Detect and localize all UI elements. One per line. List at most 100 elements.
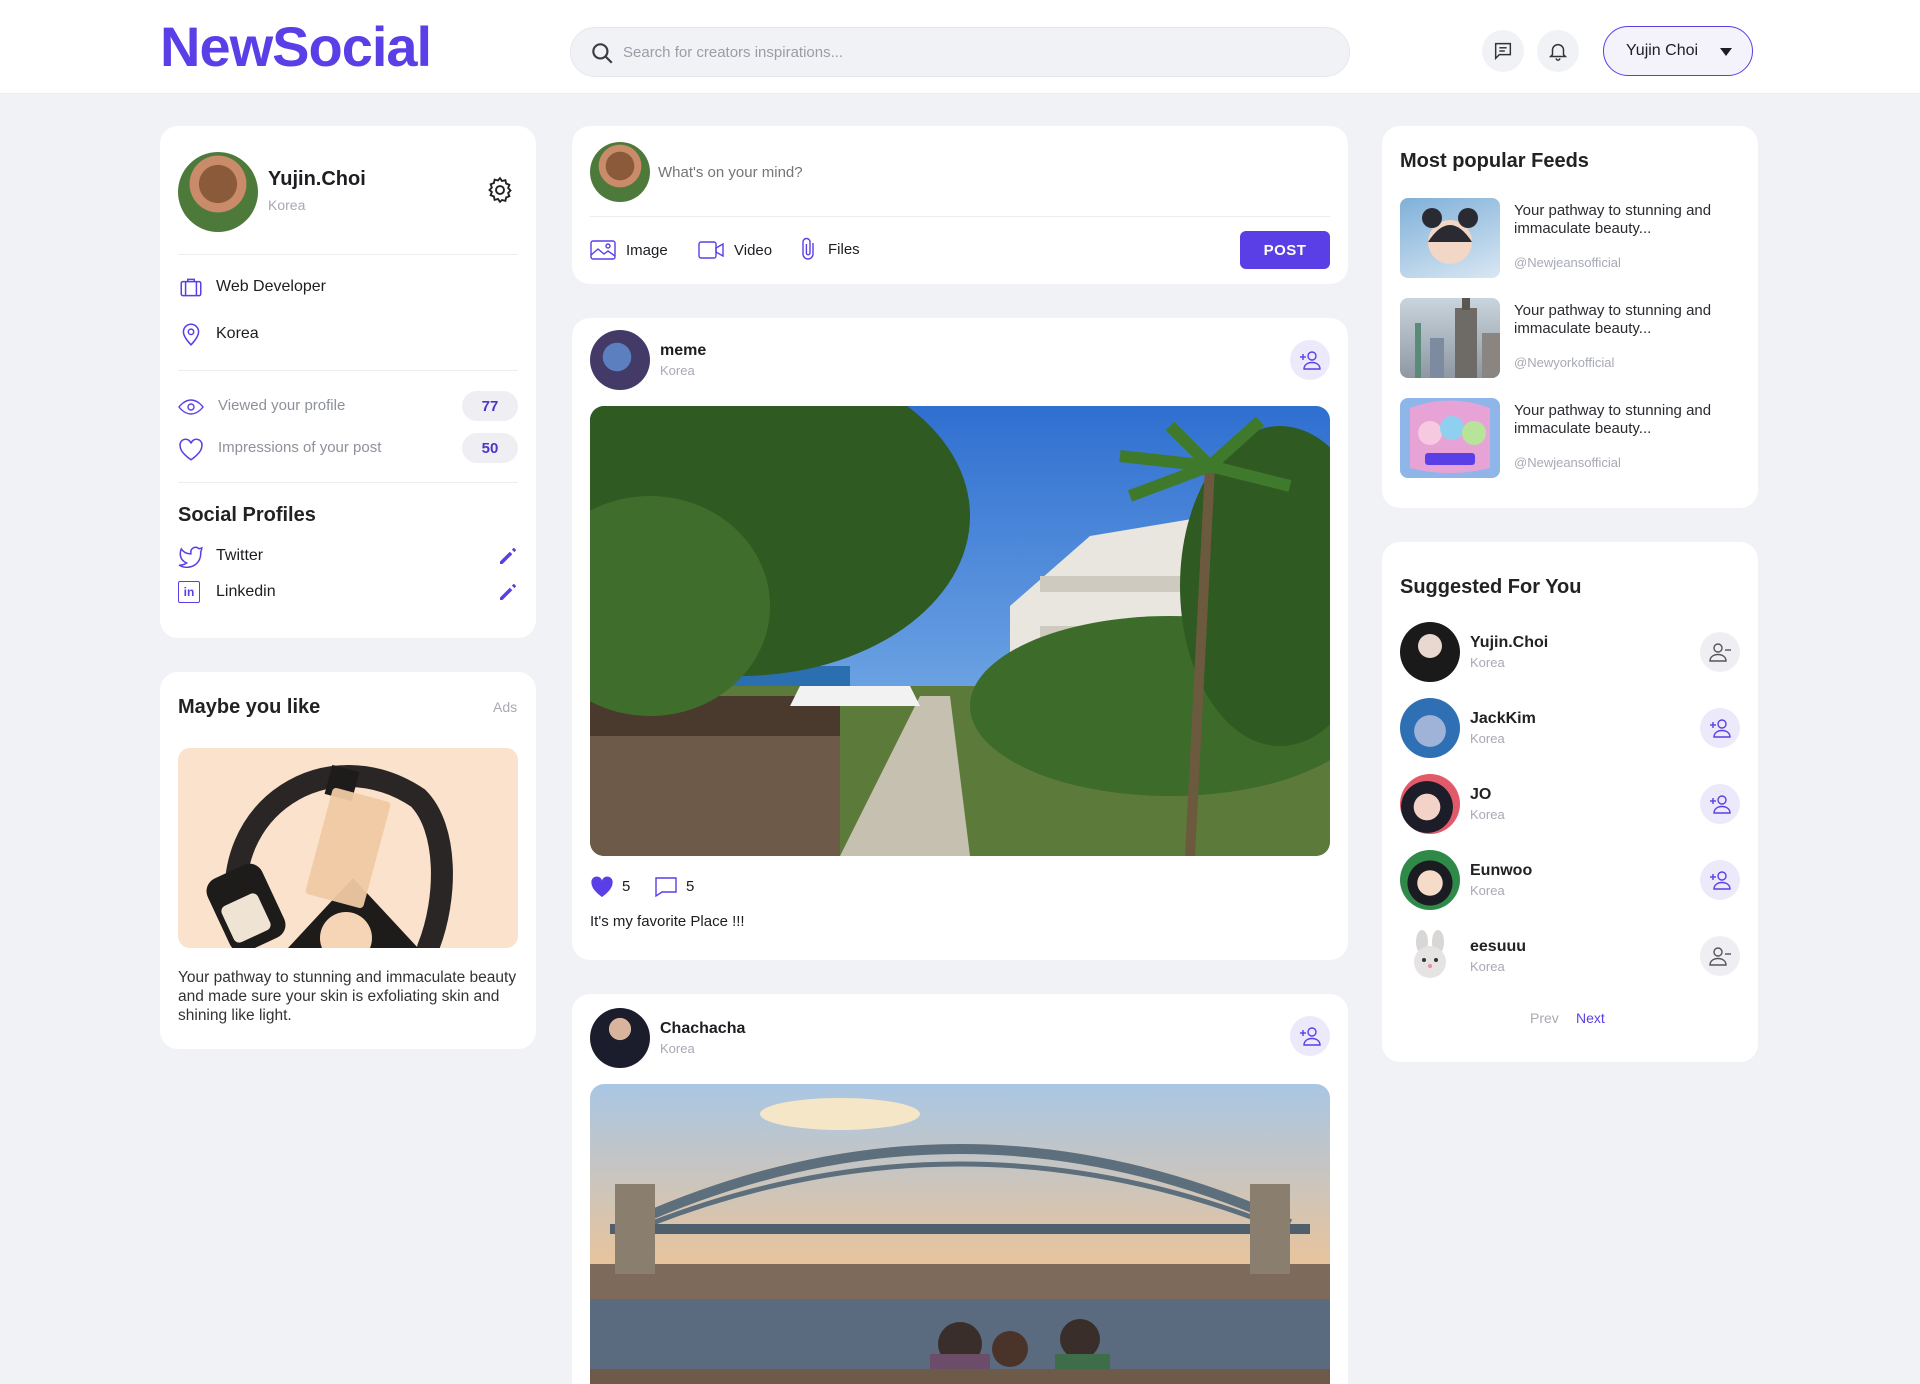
cartoon-thumbnail [1410,400,1490,473]
gear-icon[interactable] [485,175,515,205]
pagination-next[interactable]: Next [1576,1010,1605,1026]
suggested-card: Suggested For You Yujin.Choi Korea JackK… [1382,542,1758,1062]
profile-location: Korea [268,197,306,213]
attach-image-button[interactable]: Image [590,236,668,264]
unfollow-button[interactable] [1700,632,1740,672]
bell-icon [1548,43,1568,61]
twitter-icon [178,546,203,568]
search-bar[interactable] [570,27,1350,77]
location-pin-icon [182,323,200,346]
suggested-name[interactable]: JackKim [1470,710,1536,728]
unfollow-button[interactable] [1700,936,1740,976]
attach-image-label: Image [626,241,668,259]
chevron-down-icon [1720,48,1732,56]
follow-button[interactable] [1700,860,1740,900]
feed-handle[interactable]: @Newjeansofficial [1514,455,1621,470]
feed-thumbnail[interactable] [1400,198,1500,278]
follow-button[interactable] [1700,708,1740,748]
video-icon [698,241,724,259]
add-user-icon [1300,1027,1321,1046]
social-twitter-label[interactable]: Twitter [216,547,263,565]
suggested-name[interactable]: eesuuu [1470,938,1526,956]
follow-button[interactable] [1290,1016,1330,1056]
follow-button[interactable] [1700,784,1740,824]
pagination-prev[interactable]: Prev [1530,1010,1559,1026]
ad-product-illustration [206,764,453,948]
app-logo[interactable]: NewSocial [160,14,432,79]
feed-text[interactable]: Your pathway to stunning and immaculate … [1514,202,1734,238]
search-input[interactable] [623,28,1323,76]
suggested-location: Korea [1470,959,1505,974]
comment-icon[interactable] [654,876,678,898]
divider [590,216,1330,217]
ads-text: Your pathway to stunning and immaculate … [178,969,517,1024]
profile-name[interactable]: Yujin.Choi [268,168,366,191]
profile-job: Web Developer [216,278,326,295]
follow-button[interactable] [1290,340,1330,380]
top-bar: NewSocial Yujin Choi [0,0,1920,94]
resort-garden-photo [590,406,1330,856]
feed-thumbnail[interactable] [1400,298,1500,378]
feed-thumbnail[interactable] [1400,398,1500,478]
divider [178,254,518,255]
suggested-name[interactable]: JO [1470,786,1491,804]
ad-image[interactable] [178,748,518,948]
popular-feeds-title: Most popular Feeds [1400,150,1589,172]
composer-input[interactable] [658,154,1298,190]
messages-button[interactable] [1482,30,1524,72]
avatar[interactable] [1400,622,1460,682]
portrait-thumbnail [1422,208,1478,264]
bunny-avatar-icon [1414,930,1446,978]
feed-handle[interactable]: @Newjeansofficial [1514,255,1621,270]
feed-text[interactable]: Your pathway to stunning and immaculate … [1514,402,1734,438]
avatar[interactable] [590,1008,650,1068]
attach-video-button[interactable]: Video [698,236,772,264]
image-icon [590,240,616,260]
suggested-name[interactable]: Yujin.Choi [1470,634,1548,652]
post-author[interactable]: meme [660,342,706,360]
profile-card: Yujin.Choi Korea Web Developer Korea Vie… [160,126,536,638]
notifications-button[interactable] [1537,30,1579,72]
harbour-bridge-photo [590,1084,1330,1384]
user-menu-dropdown[interactable]: Yujin Choi [1603,26,1753,76]
avatar[interactable] [1400,926,1460,986]
popular-feeds-card: Most popular Feeds Your pathway to stunn… [1382,126,1758,508]
add-user-icon [1710,795,1731,814]
post-location: Korea [660,1041,695,1056]
suggested-name[interactable]: Eunwoo [1470,862,1532,880]
add-user-icon [1710,871,1731,890]
feed-text[interactable]: Your pathway to stunning and immaculate … [1514,302,1734,338]
heart-filled-icon[interactable] [590,876,614,898]
suggested-location: Korea [1470,807,1505,822]
suggested-location: Korea [1470,655,1505,670]
ads-card: Maybe you like Ads Your pathway to stunn… [160,672,536,1049]
edit-pencil-icon[interactable] [498,582,518,602]
linkedin-icon: in [178,581,200,603]
post-image[interactable] [590,406,1330,856]
edit-pencil-icon[interactable] [498,546,518,566]
attach-files-button[interactable]: Files [800,234,860,264]
heart-outline-icon [179,438,203,461]
post-image[interactable] [590,1084,1330,1384]
avatar[interactable] [1400,774,1460,834]
like-count: 5 [622,878,631,895]
attach-video-label: Video [734,241,773,259]
avatar [590,142,650,202]
avatar[interactable] [590,330,650,390]
divider [178,482,518,483]
social-linkedin-label[interactable]: Linkedin [216,583,276,601]
avatar[interactable] [1400,850,1460,910]
comment-count: 5 [686,878,695,895]
post-card: Chachacha Korea [572,994,1348,1384]
avatar[interactable] [1400,698,1460,758]
stat-label-impressions: Impressions of your post [218,439,382,456]
stat-value-impressions: 50 [462,433,518,463]
stat-label-views: Viewed your profile [218,397,346,414]
profile-place: Korea [216,325,259,342]
divider [178,370,518,371]
avatar[interactable] [178,152,258,232]
city-thumbnail [1415,298,1500,378]
feed-handle[interactable]: @Newyorkofficial [1514,355,1614,370]
post-button[interactable]: POST [1240,231,1330,269]
post-author[interactable]: Chachacha [660,1020,745,1038]
